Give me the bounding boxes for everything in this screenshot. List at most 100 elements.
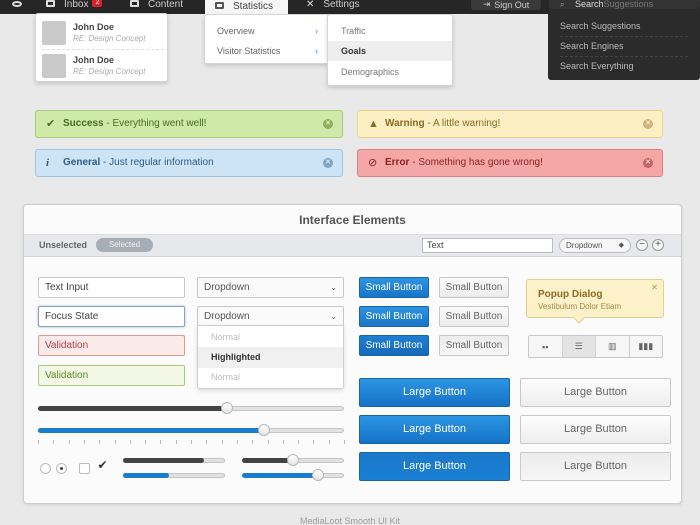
focus-input[interactable]: Focus State [38, 306, 185, 327]
chevron-down-icon: ⌄ [330, 312, 337, 321]
panel-toolbar: Unselected Selected Text Dropdown ◆ − + [24, 235, 681, 257]
alert-success: ✔ Success - Everything went well! ✕ [35, 110, 343, 138]
validation-error-input[interactable]: Validation [38, 335, 185, 356]
mini-slider-dark-handle[interactable] [242, 454, 344, 466]
slider-tick [191, 440, 192, 444]
slider-handle[interactable] [287, 454, 299, 466]
slider-handle[interactable] [257, 424, 270, 436]
submenu-item-demographics[interactable]: Demographics [328, 62, 452, 82]
large-button-blue[interactable]: Large Button [359, 378, 510, 407]
signout-button[interactable]: ⇥ Sign Out [471, 0, 541, 10]
grid-view-icon[interactable]: ▪▪ [529, 336, 563, 357]
mini-slider-dark[interactable] [123, 458, 225, 463]
inbox-count-badge: 2 [92, 0, 103, 7]
toolbar-text-input[interactable]: Text [422, 238, 553, 253]
slider-tick [298, 440, 300, 444]
small-button-grey[interactable]: Small Button [439, 306, 509, 327]
dropdown-options: Normal Highlighted Normal [197, 325, 344, 389]
message-item[interactable]: John Doe RE: Design Concept [42, 19, 164, 47]
search-input[interactable]: Search Suggestions [549, 0, 700, 9]
inbox-dropdown: John Doe RE: Design Concept John Doe RE:… [35, 13, 168, 82]
filmstrip-view-icon[interactable]: ▮▮▮ [630, 336, 663, 357]
list-view-icon[interactable]: ☰ [562, 336, 596, 357]
validation-ok-input[interactable]: Validation [38, 365, 185, 386]
close-icon[interactable]: ✕ [651, 283, 658, 292]
slider-tick [114, 440, 116, 444]
nav-inbox[interactable]: Inbox 2 [46, 0, 103, 14]
minus-button[interactable]: − [636, 239, 648, 251]
view-switcher: ▪▪ ☰ ▥ ▮▮▮ [528, 335, 663, 358]
close-icon[interactable]: ✕ [643, 158, 653, 168]
checkbox-unchecked[interactable] [79, 463, 90, 474]
submenu-item-goals[interactable]: Goals [328, 41, 452, 61]
slider-dark[interactable] [38, 402, 344, 414]
slider-tick [99, 440, 101, 444]
slider-tick [83, 440, 85, 444]
suggestion-item[interactable]: Search Suggestions [560, 17, 688, 37]
statistics-submenu: Traffic Goals Demographics [327, 14, 453, 86]
slider-tick [328, 440, 330, 444]
dropdown-option[interactable]: Normal [198, 367, 343, 388]
close-icon[interactable]: ✕ [643, 119, 653, 129]
segment-selected[interactable]: Selected [96, 238, 153, 252]
slider-tick [129, 440, 131, 444]
slider-blue[interactable] [38, 424, 344, 436]
checkbox-checked[interactable]: ✔ [97, 459, 108, 472]
menu-item-overview[interactable]: Overview [217, 26, 255, 36]
text-input[interactable]: Text Input [38, 277, 185, 298]
slider-tick [38, 440, 39, 444]
slider-ticks [38, 440, 345, 444]
nav-settings[interactable]: ✕ Settings [306, 0, 360, 14]
columns-view-icon[interactable]: ▥ [596, 336, 630, 357]
small-button-grey[interactable]: Small Button [439, 277, 509, 298]
menu-item-visitor-statistics[interactable]: Visitor Statistics [217, 46, 280, 56]
slider-tick [145, 440, 147, 444]
mini-slider-blue-handle[interactable] [242, 469, 344, 481]
alert-warning: ▲ Warning - A little warning! ✕ [357, 110, 663, 138]
suggestion-item[interactable]: Search Everything [560, 57, 688, 77]
large-button-grey[interactable]: Large Button [520, 415, 671, 444]
mini-slider-blue[interactable] [123, 473, 225, 478]
popup-subtitle: Vestibulum Dolor Etiam [538, 302, 622, 311]
slider-tick [344, 440, 345, 444]
updown-arrow-icon: ◆ [618, 242, 624, 249]
small-button-grey-pressed[interactable]: Small Button [439, 335, 509, 356]
small-button-blue-pressed[interactable]: Small Button [359, 335, 429, 356]
close-icon[interactable]: ✕ [323, 158, 333, 168]
dropdown-open[interactable]: Dropdown ⌄ [197, 306, 344, 327]
large-button-grey-pressed[interactable]: Large Button [520, 452, 671, 481]
slider-tick [160, 440, 162, 444]
dropdown-closed[interactable]: Dropdown ⌄ [197, 277, 344, 298]
submenu-item-traffic[interactable]: Traffic [328, 21, 452, 41]
edit-icon [130, 0, 139, 7]
home-icon[interactable] [12, 0, 22, 14]
large-button-grey[interactable]: Large Button [520, 378, 671, 407]
slider-tick [68, 440, 70, 444]
search-suggestions: Search Suggestions Search Engines Search… [548, 9, 700, 80]
chevron-right-icon: › [315, 46, 318, 56]
segment-unselected[interactable]: Unselected [39, 240, 87, 250]
slider-tick [221, 440, 223, 444]
message-item[interactable]: John Doe RE: Design Concept [42, 52, 164, 80]
nav-content[interactable]: Content [130, 0, 183, 14]
radio-checked[interactable] [56, 463, 67, 474]
panel-title: Interface Elements [24, 205, 681, 235]
dropdown-option-highlighted[interactable]: Highlighted [198, 347, 343, 368]
avatar [42, 54, 66, 78]
plus-button[interactable]: + [652, 239, 664, 251]
large-button-blue-pressed[interactable]: Large Button [359, 452, 510, 481]
small-button-blue[interactable]: Small Button [359, 277, 429, 298]
small-button-blue[interactable]: Small Button [359, 306, 429, 327]
block-icon: ⊘ [368, 157, 378, 169]
close-icon[interactable]: ✕ [323, 119, 333, 129]
dropdown-option[interactable]: Normal [198, 327, 343, 348]
suggestion-item[interactable]: Search Engines [560, 37, 688, 57]
large-button-blue[interactable]: Large Button [359, 415, 510, 444]
signout-icon: ⇥ [482, 0, 491, 9]
radio-unchecked[interactable] [40, 463, 51, 474]
popup-dialog: Popup Dialog Vestibulum Dolor Etiam ✕ [526, 279, 664, 324]
slider-tick [175, 440, 177, 444]
chevron-down-icon: ⌄ [330, 283, 337, 292]
toolbar-dropdown[interactable]: Dropdown ◆ [559, 238, 631, 253]
slider-handle[interactable] [312, 469, 324, 481]
